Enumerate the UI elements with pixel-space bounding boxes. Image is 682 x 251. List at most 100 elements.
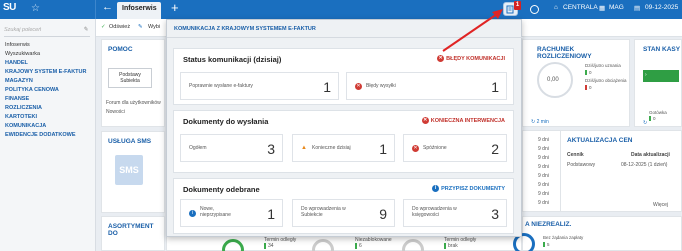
bledy-wysylki-label: Błędy wysyłki: [366, 83, 396, 89]
aktualizacja-title: AKTUALIZACJA CEN: [567, 137, 633, 144]
gauge-ring-2: [312, 239, 334, 251]
sms-title: USŁUGA SMS: [108, 138, 152, 145]
edit-icon: ✎: [138, 24, 143, 30]
search-input[interactable]: Szukaj poleceń ✎: [4, 25, 90, 37]
search-placeholder: Szukaj poleceń: [4, 27, 42, 33]
rachunek-value: 0,00: [547, 77, 559, 83]
cennik-row-name: Podstawowy: [567, 162, 596, 168]
sidebar-item-polityka-cenowa[interactable]: POLITYKA CENOWA: [5, 87, 59, 93]
warning-icon: ▲: [301, 145, 307, 151]
konieczne-dzisiaj-card[interactable]: ▲ Konieczne dzisiaj 1: [292, 134, 395, 162]
status-check-icon[interactable]: [530, 5, 539, 14]
nowe-nieprzypisane-card[interactable]: i Nowe, nieprzypisane 1: [180, 199, 283, 227]
do-wprowadzenia-ksiegowosc-value: 3: [491, 206, 499, 222]
favorites-star-icon[interactable]: ☆: [31, 3, 40, 14]
stan-bar: [643, 70, 679, 82]
back-arrow-icon[interactable]: ←: [102, 1, 113, 13]
bledy-wysylki-card[interactable]: ✕ Błędy wysyłki 1: [346, 72, 507, 100]
aktualizacja-tile: AKTUALIZACJA CEN Cennik Data aktualizacj…: [560, 130, 682, 212]
refresh-icon: ✓: [101, 24, 106, 30]
przypisz-dokumenty-label: PRZYPISZ DOKUMENTY: [441, 185, 505, 192]
forum-link[interactable]: Forum dla użytkowników: [106, 100, 161, 106]
bottom-tiles-strip: Termin odległy 34 Niezablokowane 6 Termi…: [166, 237, 522, 251]
warehouse-name[interactable]: MAG: [609, 4, 624, 11]
stan-refresh-icon[interactable]: ↻: [643, 120, 647, 126]
error-icon: ✕: [412, 145, 419, 152]
pomoc-tile: POMOC Podstawy Subiekta Forum dla użytko…: [101, 39, 165, 127]
calendar-icon: ▤: [634, 5, 641, 12]
rachunek-title: RACHUNEK ROZLICZENIOWY: [537, 46, 592, 60]
sidebar-item-kartoteki[interactable]: KARTOTEKI: [5, 114, 37, 120]
gotowka-value: 0: [649, 116, 656, 121]
sidebar-item-komunikacja[interactable]: KOMUNIKACJA: [5, 123, 46, 129]
konieczne-dzisiaj-value: 1: [379, 141, 387, 157]
spoznione-value: 2: [491, 141, 499, 157]
data-aktualizacji-header: Data aktualizacji: [631, 152, 670, 158]
ogolem-card[interactable]: Ogółem 3: [180, 134, 283, 162]
sidebar-item-ksef[interactable]: KRAJOWY SYSTEM E-FAKTUR: [5, 69, 87, 75]
top-bar: SU ☆ ← Infoserwis + 1 ⌂ CENTRALA ▦ MAG ▤…: [0, 0, 682, 19]
spoznione-card[interactable]: ✕ Spóźnione 2: [403, 134, 507, 162]
error-icon: ✕: [421, 117, 429, 124]
stan-bar-arrow: ›: [645, 72, 647, 78]
obciazenia-label: Dziś/jutro obciążenia: [585, 78, 627, 83]
dni-4: 9 dni: [538, 173, 549, 179]
przypisz-dokumenty-link[interactable]: i PRZYPISZ DOKUMENTY: [432, 185, 505, 192]
spoznione-label: Spóźnione: [423, 145, 447, 151]
konieczne-dzisiaj-label: Konieczne dzisiaj: [312, 145, 351, 151]
pin-icon[interactable]: ✎: [83, 26, 88, 33]
sidebar-item-rozliczenia[interactable]: ROZLICZENIA: [5, 105, 42, 111]
dni-2: 9 dni: [538, 155, 549, 161]
uznania-label: Dziś/jutro uznania: [585, 63, 621, 68]
do-wprowadzenia-ksiegowosc-label: Do wprowadzenia w księgowości: [412, 206, 457, 218]
do-wprowadzenia-ksiegowosc-card[interactable]: Do wprowadzenia w księgowości 3: [403, 199, 507, 227]
bledy-komunikacji-label: BŁĘDY KOMUNIKACJI: [446, 55, 505, 62]
uznania-value: 0: [585, 70, 592, 75]
cennik-row-date: 08-12-2025 (1 dzień): [621, 162, 668, 168]
choose-button[interactable]: Wybi: [148, 24, 160, 30]
do-wyslania-title: Dokumenty do wysłania: [183, 117, 269, 126]
divider: [95, 0, 96, 19]
brak-value: brak: [444, 243, 458, 249]
poprawnie-wyslane-card[interactable]: Poprawnie wysłane e-faktury 1: [180, 72, 339, 100]
sidebar-item-ewidencje[interactable]: EWIDENCJE DODATKOWE: [5, 132, 75, 138]
bledy-komunikacji-link[interactable]: ✕ BŁĘDY KOMUNIKACJI: [437, 55, 505, 62]
odebrane-panel: Dokumenty odebrane i PRZYPISZ DOKUMENTY i…: [173, 178, 514, 234]
gotowka-label: Gotówka: [649, 110, 667, 115]
do-wprowadzenia-subiekt-value: 9: [379, 206, 387, 222]
konieczna-interwencja-link[interactable]: ✕ KONIECZNA INTERWENCJA: [421, 117, 505, 124]
dni-1: 9 dni: [538, 146, 549, 152]
new-tab-plus-icon[interactable]: +: [171, 0, 179, 15]
do-wprowadzenia-subiekt-card[interactable]: Do wprowadzenia w Subiekcie 9: [292, 199, 395, 227]
app-logo: SU: [3, 2, 16, 13]
wiecej-link[interactable]: Więcej: [653, 202, 668, 208]
current-date[interactable]: 09-12-2025: [645, 4, 678, 11]
do-wyslania-panel: Dokumenty do wysłania ✕ KONIECZNA INTERWE…: [173, 110, 514, 173]
refresh-button[interactable]: Odśwież: [109, 24, 130, 30]
dni-3: 9 dni: [538, 164, 549, 170]
ogolem-label: Ogółem: [189, 145, 207, 151]
gauge-ring: [222, 239, 244, 251]
sidebar-item-wyszukiwarka[interactable]: Wyszukiwarka: [5, 51, 40, 57]
sms-icon: SMS: [115, 155, 143, 185]
rachunek-refresh[interactable]: ↻ 2 min: [531, 119, 549, 125]
tab-infoserwis[interactable]: Infoserwis: [117, 2, 161, 19]
info-icon: i: [432, 185, 440, 192]
sidebar-item-finanse[interactable]: FINANSE: [5, 96, 29, 102]
bledy-wysylki-value: 1: [491, 79, 499, 95]
sidebar-item-handel[interactable]: HANDEL: [5, 60, 28, 66]
rachunek-refresh-label: 2 min: [536, 119, 549, 125]
sidebar-item-magazyn[interactable]: MAGAZYN: [5, 78, 33, 84]
nowe-nieprzypisane-label: Nowe, nieprzypisane: [200, 206, 231, 218]
sidebar-item-infoserwis[interactable]: Infoserwis: [5, 42, 30, 48]
sidebar: Szukaj poleceń ✎ Infoserwis Wyszukiwarka…: [0, 19, 96, 251]
company-name[interactable]: CENTRALA: [563, 4, 598, 11]
cennik-header: Cennik: [567, 152, 584, 158]
annotation-arrow: [442, 9, 503, 52]
status-panel: Status komunikacji (dzisiaj) ✕ BŁĘDY KOMU…: [173, 48, 514, 105]
stan-kasy-title: STAN KASY: [643, 46, 681, 53]
pomoc-title: POMOC: [108, 46, 133, 53]
podstawy-subiekta-button[interactable]: Podstawy Subiekta: [108, 68, 152, 88]
error-icon: ✕: [437, 55, 445, 62]
nowosci-link[interactable]: Nowości: [106, 109, 125, 115]
